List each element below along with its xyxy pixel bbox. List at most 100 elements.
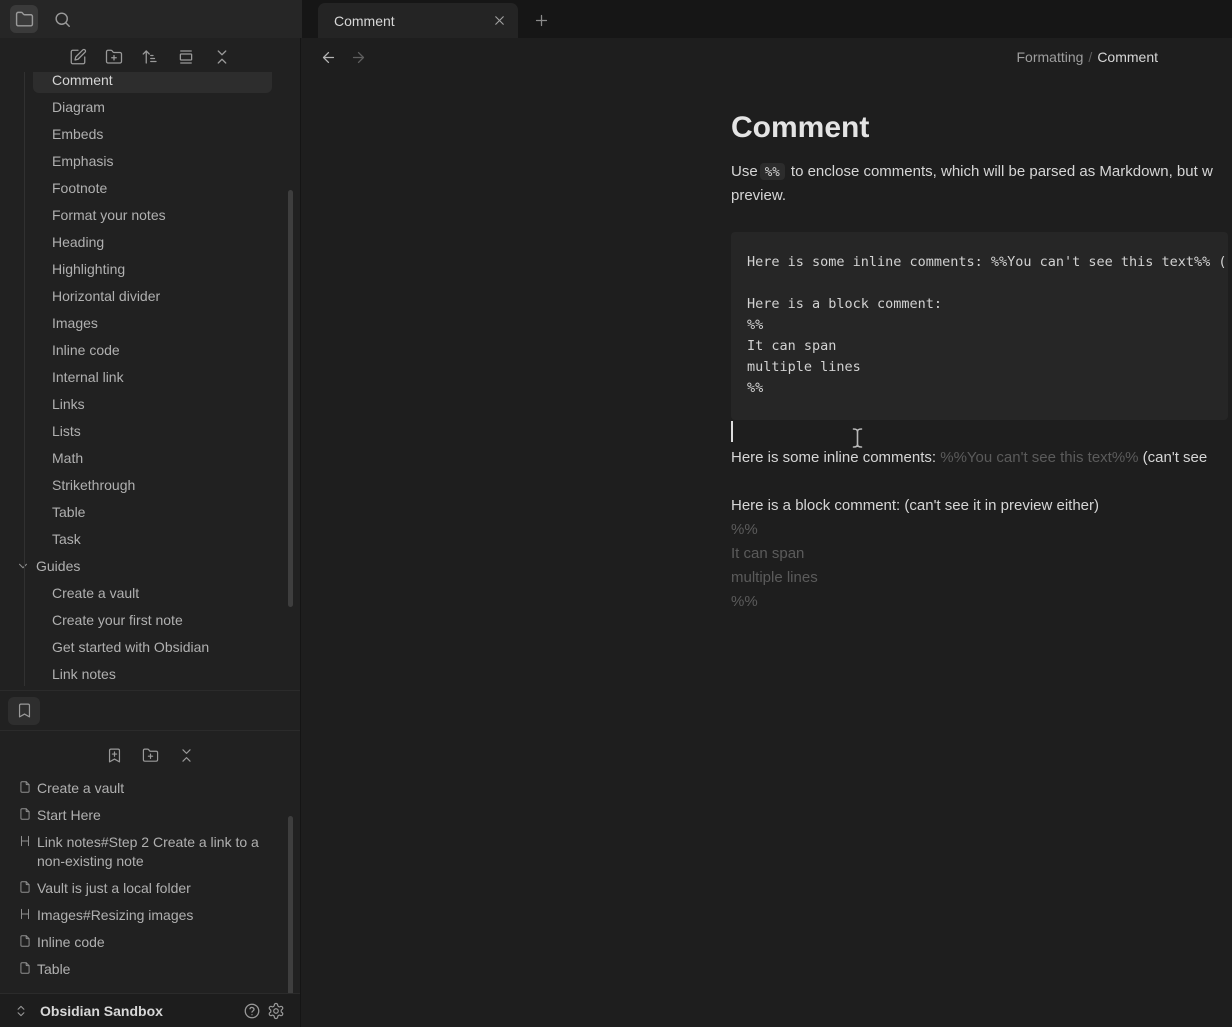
file-explorer-toolbar (0, 38, 300, 76)
sidebar-item-file[interactable]: Math (33, 444, 272, 471)
sidebar-item-file[interactable]: Footnote (33, 174, 272, 201)
preview-inline-post: (can't see (1139, 449, 1208, 466)
sidebar-item-file[interactable]: Comment (33, 72, 272, 93)
sidebar-item-file[interactable]: Internal link (33, 363, 272, 390)
code-line (747, 273, 1212, 294)
markdown-code-block[interactable]: Here is some inline comments: %%You can'… (731, 232, 1228, 420)
intro-line2: preview. (731, 184, 1213, 208)
sidebar-item-file[interactable]: Table (33, 498, 272, 525)
preview-inline-paragraph[interactable]: Here is some inline comments: %%You can'… (731, 446, 1207, 470)
tab-comment[interactable]: Comment (318, 3, 518, 38)
sidebar-item-file[interactable]: Create your first note (33, 606, 272, 633)
collapse-all-button[interactable] (208, 44, 236, 70)
sort-ascending-icon (141, 48, 159, 66)
help-button[interactable] (240, 999, 264, 1023)
sidebar-item-file[interactable]: Link notes (33, 660, 272, 687)
new-bookmark-group-button[interactable] (136, 742, 164, 768)
file-list-scrollbar[interactable] (288, 190, 293, 607)
intro-paragraph[interactable]: Use%% to enclose comments, which will be… (731, 160, 1213, 208)
sort-order-button[interactable] (136, 44, 164, 70)
heading-icon (18, 834, 32, 848)
file-icon (18, 780, 32, 794)
faded-comment-lines: %%It can spanmultiple lines%% (731, 518, 1099, 614)
collapse-all-bookmarks-button[interactable] (172, 742, 200, 768)
faded-comment-line: multiple lines (731, 566, 1099, 590)
chevrons-down-up-icon (213, 48, 231, 66)
editor-pane: Formatting/Comment Comment Use%% to encl… (302, 38, 1232, 1027)
new-tab-button[interactable] (528, 7, 554, 33)
bookmark-item[interactable]: Table (0, 956, 300, 983)
bookmark-item[interactable]: Create a vault (0, 775, 300, 802)
bookmark-item[interactable]: Vault is just a local folder (0, 875, 300, 902)
preview-block-paragraph[interactable]: Here is a block comment: (can't see it i… (731, 494, 1099, 614)
code-line: It can span (747, 336, 1212, 357)
sidebar-item-file[interactable]: Format your notes (33, 201, 272, 228)
tab-close-icon[interactable] (488, 10, 510, 32)
breadcrumb-parent[interactable]: Formatting (1017, 49, 1084, 65)
sidebar-item-file[interactable]: Images (33, 309, 272, 336)
sidebar-item-file[interactable]: Embeds (33, 120, 272, 147)
sidebar-item-file[interactable]: Emphasis (33, 147, 272, 174)
bookmark-item[interactable]: Inline code (0, 929, 300, 956)
file-list: Comment Diagram Embeds Emphasis Footnote… (0, 72, 300, 552)
sidebar-item-file[interactable]: Links (33, 390, 272, 417)
sidebar-folder-guides[interactable]: Guides (0, 552, 300, 579)
breadcrumb-current[interactable]: Comment (1097, 49, 1158, 65)
bookmarks-list: Create a vault Start Here (0, 772, 300, 983)
sidebar-item-file[interactable]: Horizontal divider (33, 282, 272, 309)
sidebar-item-file[interactable]: Highlighting (33, 255, 272, 282)
bookmark-icon (16, 702, 33, 719)
faded-comment-line: It can span (731, 542, 1099, 566)
folder-plus-icon (105, 48, 123, 66)
settings-button[interactable] (264, 999, 288, 1023)
files-panel-button[interactable] (10, 5, 38, 33)
forward-arrow-icon[interactable] (346, 45, 370, 69)
faded-comment-line: %% (731, 590, 1099, 614)
sidebar-item-file[interactable]: Get started with Obsidian (33, 633, 272, 660)
bookmarks-scrollbar[interactable] (288, 816, 293, 993)
sidebar-item-file[interactable]: Strikethrough (33, 471, 272, 498)
expand-button[interactable] (172, 44, 200, 70)
search-icon (53, 10, 72, 29)
sidebar-item-file[interactable]: Lists (33, 417, 272, 444)
sidebar-item-file[interactable]: Task (33, 525, 272, 552)
bookmark-item[interactable]: Start Here (0, 802, 300, 829)
help-circle-icon (243, 1002, 261, 1020)
code-line: %% (747, 378, 1212, 399)
breadcrumb-separator: / (1083, 49, 1097, 65)
vault-name[interactable]: Obsidian Sandbox (40, 1003, 163, 1019)
heading-icon (18, 907, 32, 921)
bookmark-current-button[interactable] (100, 742, 128, 768)
code-line: multiple lines (747, 357, 1212, 378)
sidebar-item-file[interactable]: Heading (33, 228, 272, 255)
file-icon (18, 880, 32, 894)
folder-label: Guides (36, 558, 80, 574)
inline-code-chip: %% (760, 163, 785, 180)
sidebar-item-file[interactable]: Create a vault (33, 579, 272, 606)
chevron-down-icon (15, 559, 31, 573)
new-note-button[interactable] (64, 44, 92, 70)
back-arrow-icon[interactable] (316, 45, 340, 69)
sidebar-item-file[interactable]: Diagram (33, 93, 272, 120)
folder-plus-icon (142, 747, 159, 764)
bookmarks-toolbar (0, 732, 300, 772)
new-note-icon (69, 48, 87, 66)
bookmark-plus-icon (106, 747, 123, 764)
note-title[interactable]: Comment (731, 110, 869, 146)
new-folder-button[interactable] (100, 44, 128, 70)
guides-children: Create a vault Create your first note Ge… (0, 579, 300, 687)
bookmark-item[interactable]: Link notes#Step 2 Create a link to a non… (0, 829, 300, 875)
search-panel-button[interactable] (48, 5, 76, 33)
bookmark-item[interactable]: Images#Resizing images (0, 902, 300, 929)
intro-post: to enclose comments, which will be parse… (787, 163, 1213, 180)
obsidian-window: Comment (0, 0, 1232, 1027)
chevrons-up-down-icon[interactable] (14, 1004, 28, 1018)
sidebar-item-file[interactable]: Inline code (33, 336, 272, 363)
preview-block-intro: Here is a block comment: (can't see it i… (731, 494, 1099, 518)
bookmarks-panel-button[interactable] (8, 697, 40, 725)
intro-pre: Use (731, 163, 758, 180)
faded-comment-text: %%You can't see this text%% (940, 449, 1138, 466)
code-line: Here is a block comment: (747, 294, 1212, 315)
faded-comment-line: %% (731, 518, 1099, 542)
text-caret (731, 421, 733, 442)
